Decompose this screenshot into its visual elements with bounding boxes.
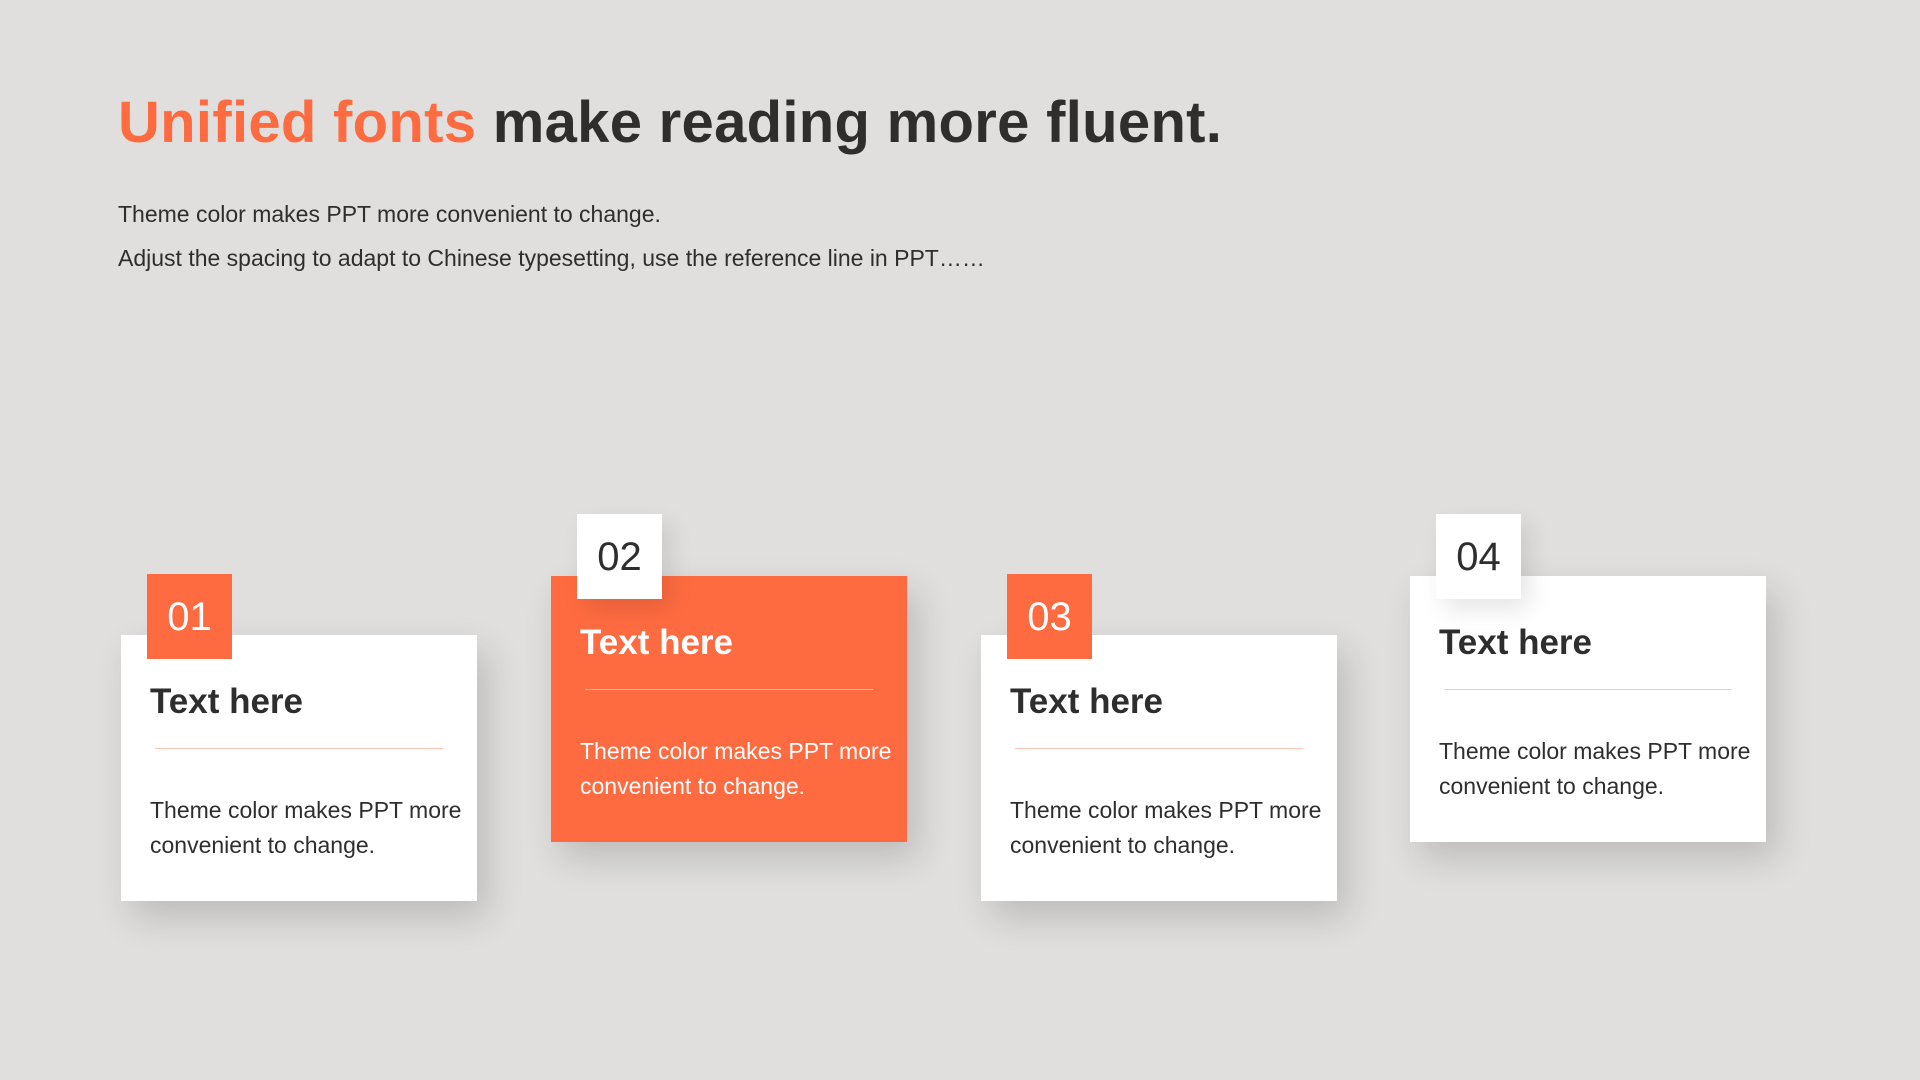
- card-2-body: Theme color makes PPT more convenient to…: [580, 738, 892, 799]
- card-3: Text here Theme color makes PPT more con…: [981, 635, 1337, 901]
- card-4-body: Theme color makes PPT more convenient to…: [1439, 738, 1751, 799]
- card-2: Text here Theme color makes PPT more con…: [551, 576, 907, 842]
- page-title: Unified fonts make reading more fluent.: [118, 88, 1222, 158]
- subtitle-line-1: Theme color makes PPT more convenient to…: [118, 201, 661, 227]
- card-2-number-badge: 02: [577, 514, 662, 599]
- card-3-number-badge: 03: [1007, 574, 1092, 659]
- card-1-title: Text here: [150, 682, 304, 721]
- card-1-body: Theme color makes PPT more convenient to…: [150, 797, 462, 858]
- card-1-divider: [155, 748, 443, 749]
- card-4-number-badge: 04: [1436, 514, 1521, 599]
- card-4-divider: [1444, 689, 1732, 690]
- card-4: Text here Theme color makes PPT more con…: [1410, 576, 1766, 842]
- card-2-divider: [585, 689, 873, 690]
- card-1: Text here Theme color makes PPT more con…: [121, 635, 477, 901]
- card-3-body: Theme color makes PPT more convenient to…: [1010, 797, 1322, 858]
- card-4-title: Text here: [1439, 623, 1593, 662]
- subtitle-line-2: Adjust the spacing to adapt to Chinese t…: [118, 245, 985, 271]
- card-2-title: Text here: [580, 623, 734, 662]
- card-3-divider: [1015, 748, 1303, 749]
- title-rest: make reading more fluent.: [476, 90, 1223, 155]
- card-1-number-badge: 01: [147, 574, 232, 659]
- title-accent: Unified fonts: [118, 90, 477, 155]
- card-3-title: Text here: [1010, 682, 1164, 721]
